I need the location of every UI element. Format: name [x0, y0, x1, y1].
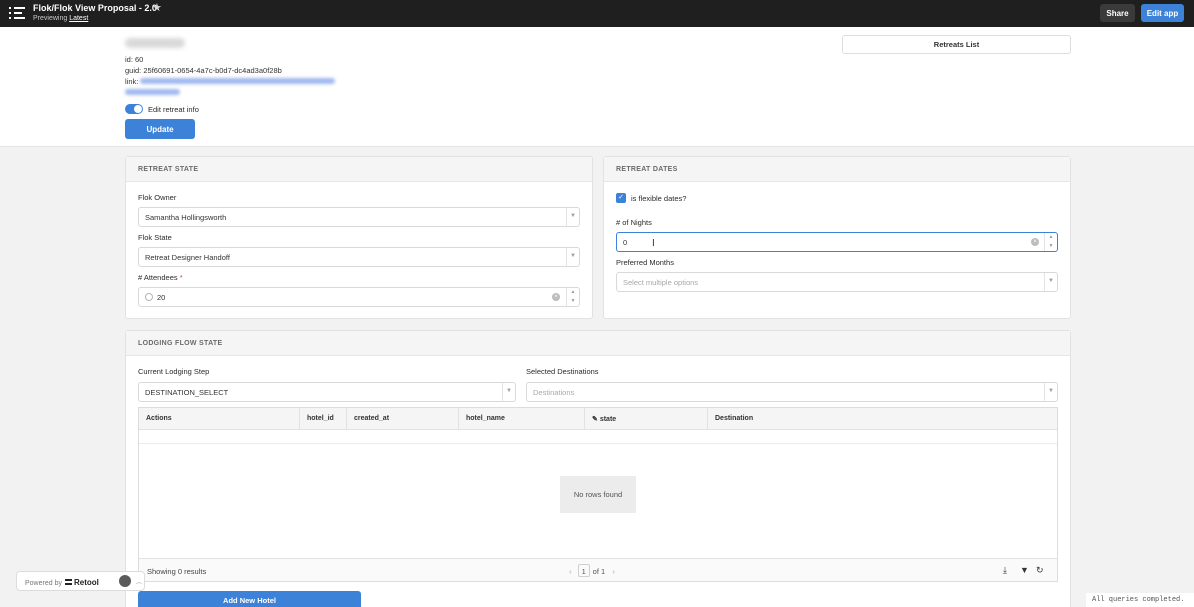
results-count: Showing 0 results [147, 567, 207, 576]
retreat-id: id: 60 [125, 55, 144, 64]
retreat-link-redacted-2[interactable] [125, 89, 180, 95]
flexible-dates-label: is flexible dates? [631, 194, 687, 203]
update-button[interactable]: Update [125, 119, 195, 139]
menu-icon[interactable] [9, 7, 25, 19]
retreat-state-title: RETREAT STATE [126, 157, 592, 182]
lodging-flow-title: LODGING FLOW STATE [126, 331, 1070, 356]
lodging-step-value: DESTINATION_SELECT [145, 388, 229, 397]
preferred-months-select[interactable]: Select multiple options ▼ [616, 272, 1058, 292]
user-icon [145, 293, 153, 301]
clear-icon[interactable]: × [552, 293, 560, 301]
retreat-header: id: 60 guid: 25f60691-0654-4a7c-b0d7-dc4… [0, 27, 1194, 147]
edit-app-button[interactable]: Edit app [1141, 4, 1184, 22]
number-stepper[interactable]: ▲ ▼ [566, 288, 579, 306]
lodging-step-label: Current Lodging Step [138, 367, 210, 376]
nights-value: 0 [623, 238, 628, 247]
page-total: of 1 [592, 567, 606, 576]
flexible-dates-checkbox[interactable]: ✓ [616, 193, 626, 203]
pencil-icon: ✎ [592, 416, 598, 423]
refresh-icon[interactable]: ↻ [1036, 565, 1044, 576]
preferred-months-placeholder: Select multiple options [623, 278, 699, 287]
clear-icon[interactable]: × [1031, 238, 1039, 246]
chevron-down-icon: ▼ [566, 208, 579, 226]
nights-input[interactable]: 0 × ▲ ▼ [616, 232, 1058, 252]
download-icon[interactable]: ⤓ [1003, 565, 1007, 576]
chevron-down-icon: ▼ [1044, 273, 1057, 291]
chevron-up-icon[interactable]: ︿ [136, 577, 142, 586]
powered-by-label: Powered by [25, 580, 62, 587]
retreat-link-label: link: [125, 77, 139, 86]
next-page-icon[interactable]: › [612, 567, 615, 576]
share-button[interactable]: Share [1100, 4, 1135, 22]
destinations-label: Selected Destinations [526, 367, 599, 376]
flok-state-label: Flok State [138, 233, 172, 242]
attendees-input[interactable]: 20 × ▲ ▼ [138, 287, 580, 307]
table-row [139, 431, 1057, 444]
chevron-down-icon: ▼ [566, 248, 579, 266]
attendees-label: # Attendees * [138, 273, 183, 282]
chevron-down-icon: ▼ [1044, 383, 1057, 401]
flok-state-select[interactable]: Retreat Designer Handoff ▼ [138, 247, 580, 267]
flok-owner-value: Samantha Hollingsworth [145, 213, 227, 222]
retreat-name-redacted [125, 38, 185, 48]
add-new-hotel-button[interactable]: Add New Hotel [138, 591, 361, 607]
text-cursor-icon: I [652, 238, 655, 249]
destinations-select[interactable]: Destinations ▼ [526, 382, 1058, 402]
lodging-step-select[interactable]: DESTINATION_SELECT ▼ [138, 382, 516, 402]
column-actions[interactable]: Actions [139, 408, 300, 430]
app-title: Flok/Flok View Proposal - 2.0 [33, 3, 157, 13]
chevron-down-icon: ▼ [502, 383, 515, 401]
table-footer: Showing 0 results ‹ 1 of 1 › ⤓ ▼ ↻ [139, 558, 1057, 581]
flok-state-value: Retreat Designer Handoff [145, 253, 230, 262]
flok-owner-select[interactable]: Samantha Hollingsworth ▼ [138, 207, 580, 227]
app-topbar: Flok/Flok View Proposal - 2.0 ★ Previewi… [0, 0, 1194, 27]
number-stepper[interactable]: ▲ ▼ [1044, 233, 1057, 251]
preview-status: Previewing Latest [33, 15, 88, 22]
column-state-label: state [599, 416, 617, 423]
edit-retreat-toggle-label: Edit retreat info [148, 105, 199, 114]
previewing-label: Previewing [33, 15, 68, 22]
powered-by-retool-badge[interactable]: Powered by Retool ︿ [16, 571, 145, 591]
page-input[interactable]: 1 [577, 564, 590, 577]
retool-brand: Retool [73, 578, 99, 587]
table-header: Actions hotel_id created_at hotel_name ✎… [139, 408, 1057, 430]
avatar[interactable] [119, 575, 131, 587]
hotels-table: Actions hotel_id created_at hotel_name ✎… [138, 407, 1058, 582]
attendees-label-text: # Attendees [138, 273, 178, 282]
edit-retreat-toggle[interactable] [125, 104, 143, 114]
preferred-months-label: Preferred Months [616, 258, 674, 267]
retreat-link-redacted[interactable] [140, 78, 335, 84]
column-hotel-id[interactable]: hotel_id [300, 408, 347, 430]
retreat-guid: guid: 25f60691-0654-4a7c-b0d7-dc4ad3a0f2… [125, 66, 282, 75]
no-rows-message: No rows found [560, 476, 636, 513]
attendees-value: 20 [157, 293, 166, 302]
table-pagination: ‹ 1 of 1 › [569, 564, 615, 577]
column-hotel-name[interactable]: hotel_name [459, 408, 585, 430]
retool-logo-icon [64, 579, 72, 585]
destinations-placeholder: Destinations [533, 388, 575, 397]
nights-label: # of Nights [616, 218, 652, 227]
column-state[interactable]: ✎ state [585, 408, 708, 430]
star-icon[interactable]: ★ [152, 1, 162, 14]
retreat-dates-title: RETREAT DATES [604, 157, 1070, 182]
required-marker: * [179, 273, 183, 282]
retreats-list-button[interactable]: Retreats List [842, 35, 1071, 54]
column-destination[interactable]: Destination [708, 408, 1057, 430]
filter-icon[interactable]: ▼ [1020, 565, 1029, 575]
version-link[interactable]: Latest [69, 15, 88, 22]
query-status: All queries completed. [1086, 593, 1194, 607]
prev-page-icon[interactable]: ‹ [569, 567, 572, 576]
flok-owner-label: Flok Owner [138, 193, 177, 202]
column-created-at[interactable]: created_at [347, 408, 459, 430]
